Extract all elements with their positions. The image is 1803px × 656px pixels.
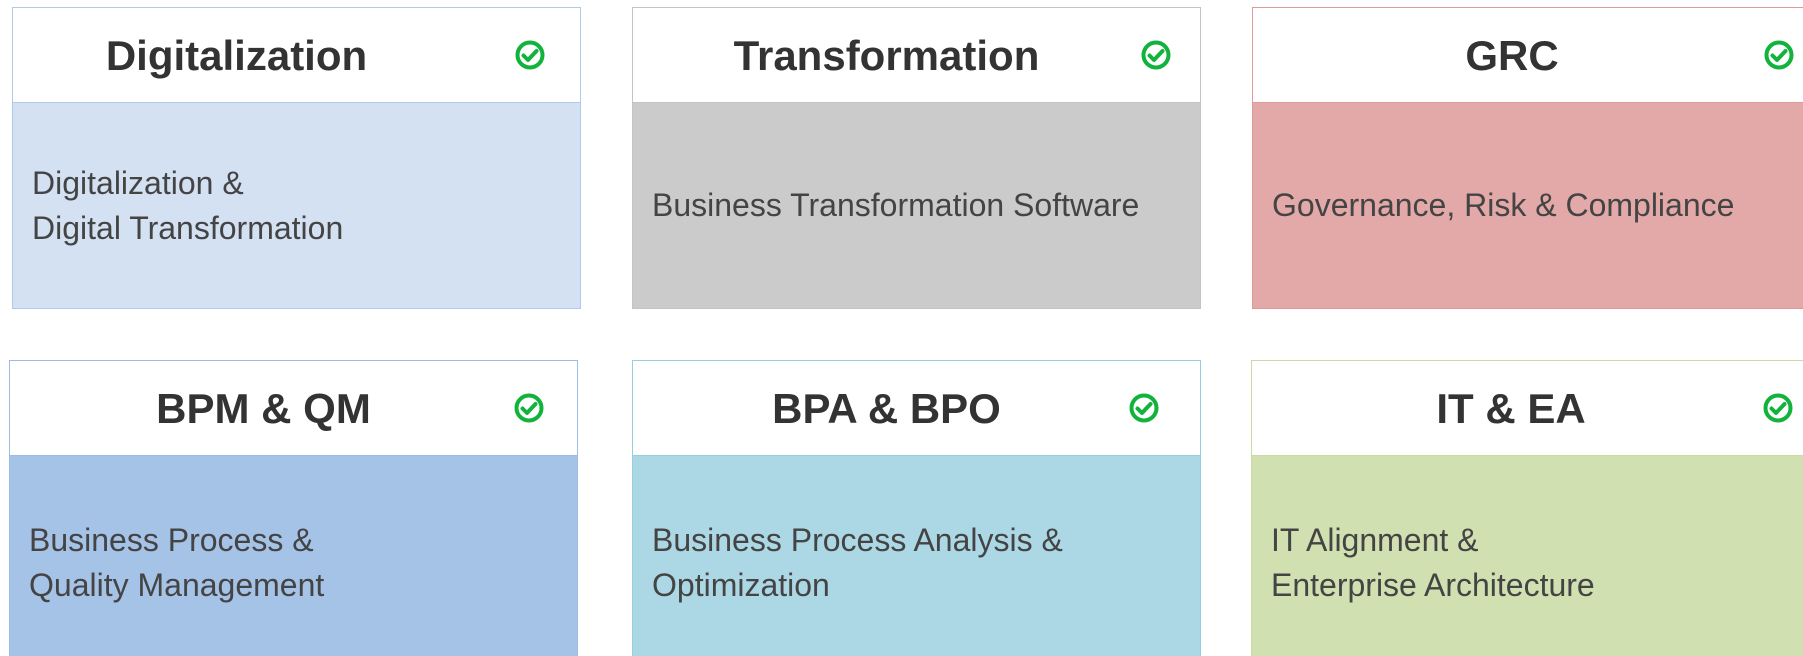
card-body: IT Alignment & Enterprise Architecture (1252, 456, 1803, 656)
card-it-ea[interactable]: IT & EA IT Alignment & Enterprise Archit… (1251, 360, 1803, 656)
card-transformation[interactable]: Transformation Business Transformation S… (632, 7, 1201, 309)
card-body: Business Process & Quality Management (10, 456, 577, 656)
card-bpa-bpo[interactable]: BPA & BPO Business Process Analysis & Op… (632, 360, 1201, 656)
card-description-line: Business Process & (29, 521, 314, 558)
card-description-line: Digital Transformation (32, 209, 344, 246)
card-body: Business Transformation Software (633, 103, 1200, 308)
card-title: Digitalization (105, 32, 368, 79)
card-description: Digitalization & Digital Transformation (32, 161, 343, 251)
card-body: Governance, Risk & Compliance (1253, 103, 1803, 308)
card-title: GRC (1465, 32, 1559, 79)
card-title: BPA & BPO (772, 385, 1001, 432)
check-circle-icon (1764, 40, 1794, 70)
card-description: IT Alignment & Enterprise Architecture (1271, 518, 1595, 608)
check-circle-icon (1141, 40, 1171, 70)
card-title: Transformation (733, 32, 1040, 79)
card-digitalization[interactable]: Digitalization Digitalization & Digital … (12, 7, 581, 309)
card-header: Transformation (633, 8, 1200, 103)
card-description: Governance, Risk & Compliance (1272, 183, 1734, 228)
card-description-line: Digitalization & (32, 164, 244, 201)
tile-grid: Digitalization Digitalization & Digital … (0, 0, 1803, 656)
card-description: Business Process Analysis & Optimization (652, 518, 1063, 608)
check-circle-icon (515, 40, 545, 70)
card-body: Business Process Analysis & Optimization (633, 456, 1200, 656)
check-circle-icon (1129, 393, 1159, 423)
card-description: Business Process & Quality Management (29, 518, 324, 608)
card-header: IT & EA (1252, 361, 1803, 456)
card-header: Digitalization (13, 8, 580, 103)
card-description-line: Enterprise Architecture (1271, 566, 1595, 603)
card-description-line: Business Transformation Software (652, 187, 1140, 223)
card-header: BPM & QM (10, 361, 577, 456)
card-body: Digitalization & Digital Transformation (13, 103, 580, 308)
card-description-line: IT Alignment & (1271, 521, 1479, 558)
card-title: BPM & QM (156, 385, 371, 432)
card-bpm-qm[interactable]: BPM & QM Business Process & Quality Mana… (9, 360, 578, 656)
card-description-line: Governance, Risk & Compliance (1272, 187, 1735, 223)
card-header: BPA & BPO (633, 361, 1200, 456)
check-circle-icon (1763, 393, 1793, 423)
card-description-line: Business Process Analysis & (652, 521, 1063, 558)
card-description-line: Quality Management (29, 566, 325, 603)
card-grc[interactable]: GRC Governance, Risk & Compliance (1252, 7, 1803, 309)
check-circle-icon (514, 393, 544, 423)
card-description: Business Transformation Software (652, 183, 1139, 228)
card-description-line: Optimization (652, 566, 830, 603)
card-title: IT & EA (1436, 385, 1586, 432)
card-header: GRC (1253, 8, 1803, 103)
